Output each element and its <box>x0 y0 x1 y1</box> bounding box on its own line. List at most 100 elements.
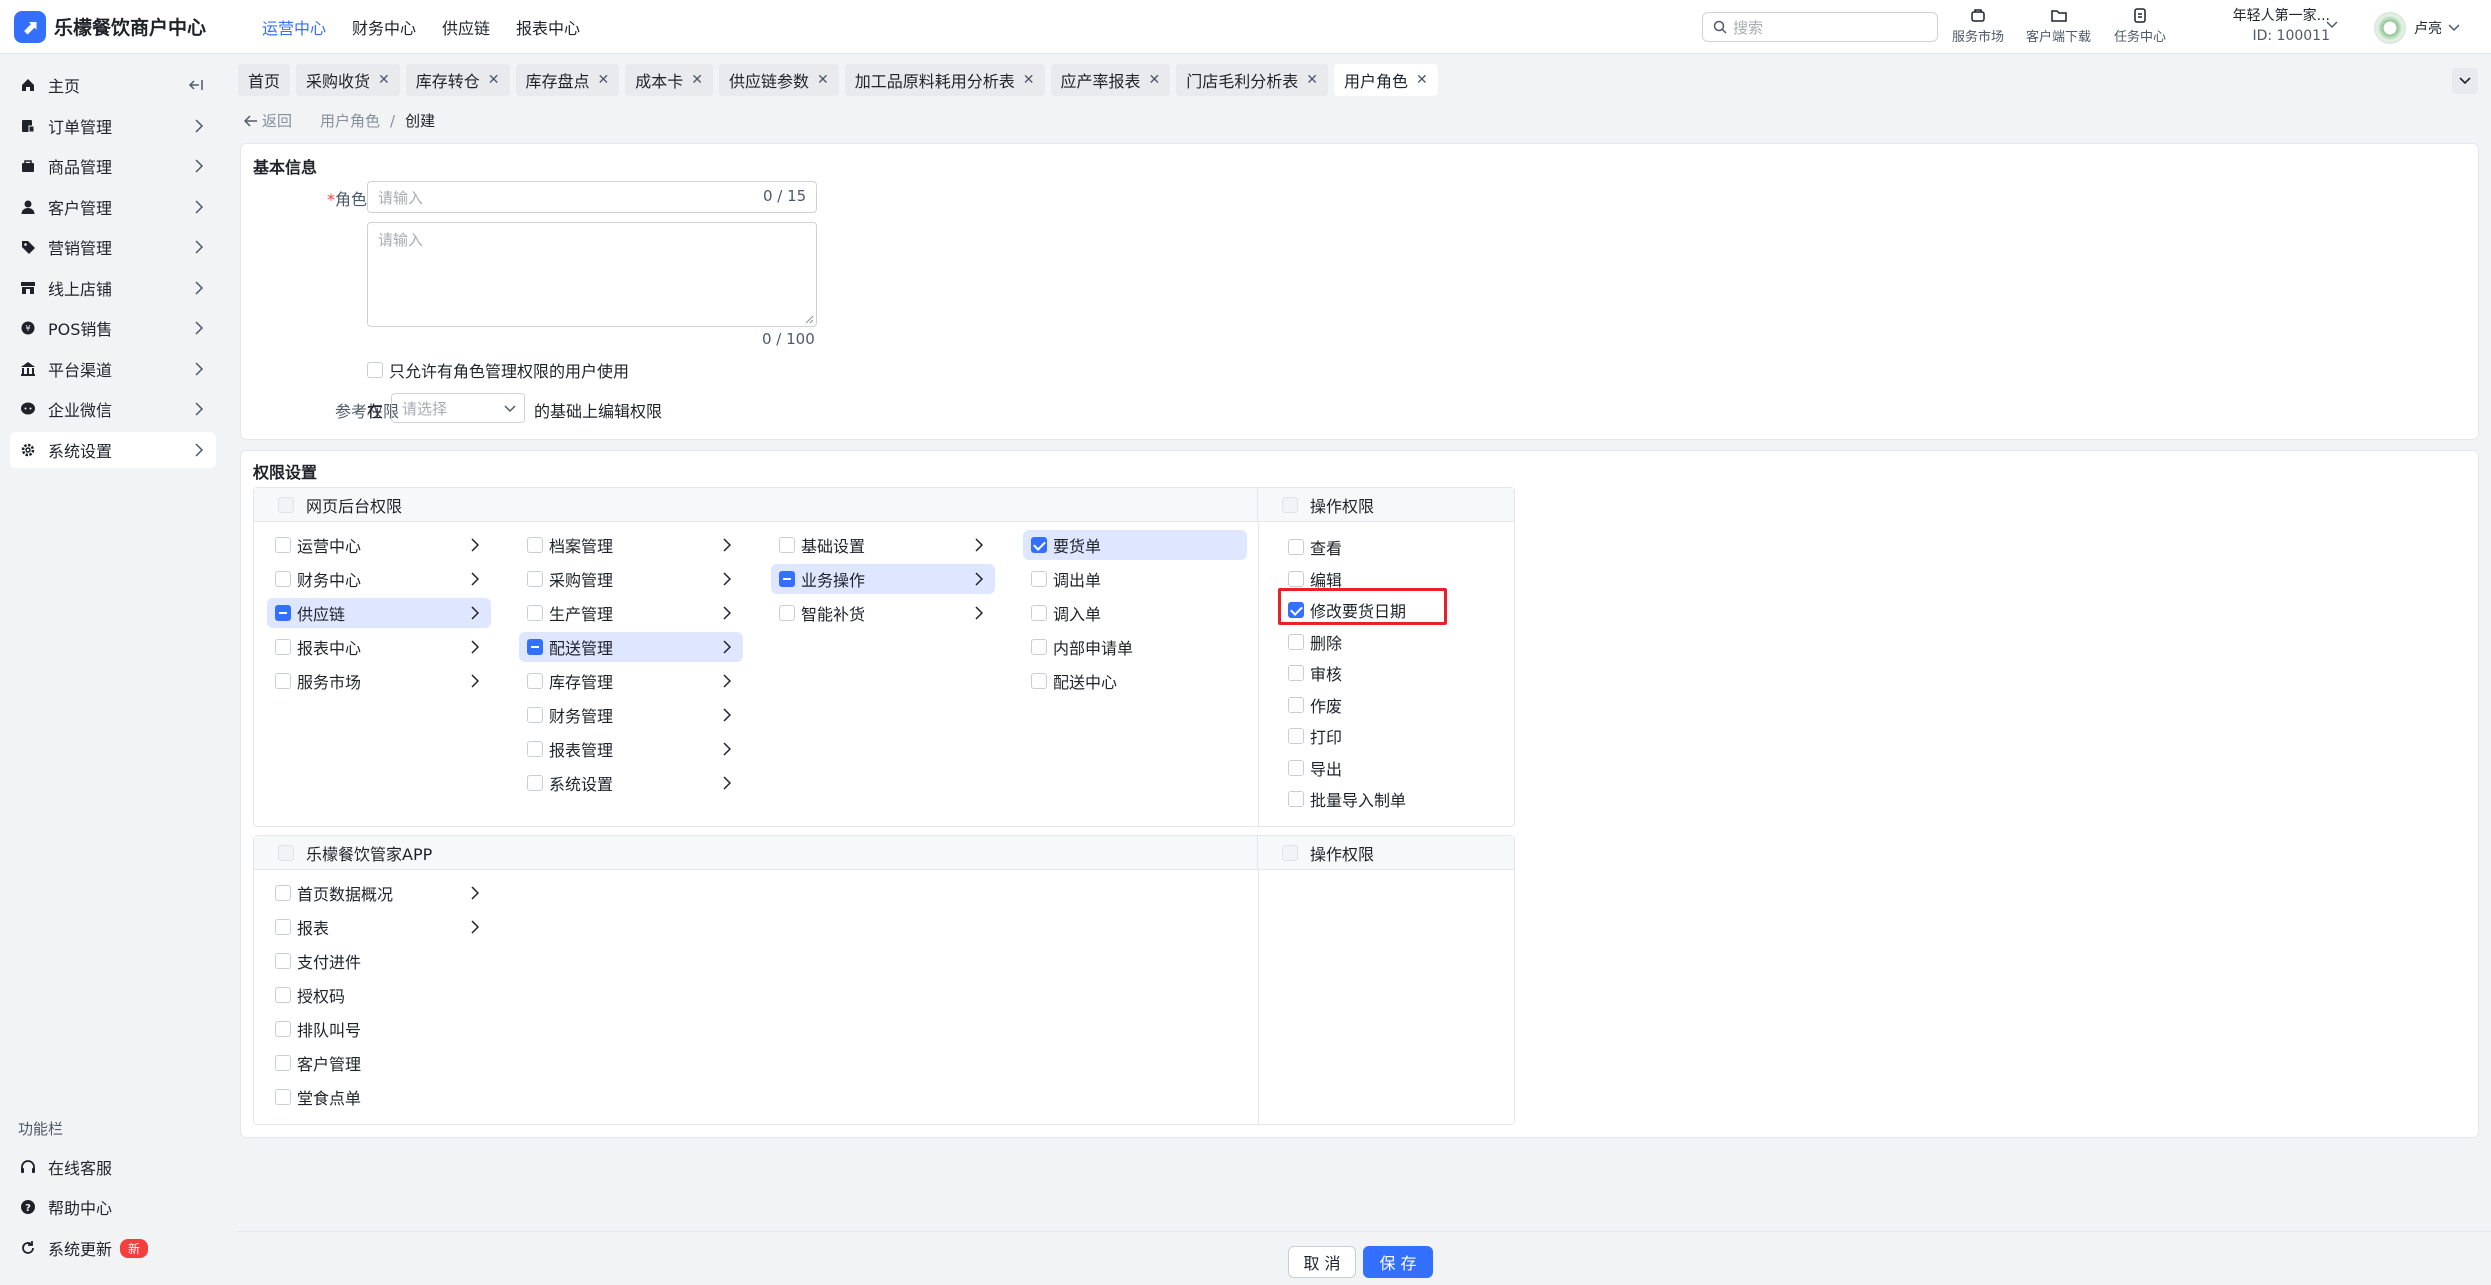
sidebar-item-online-shop[interactable]: 线上店铺 <box>10 270 216 306</box>
role-name-input[interactable]: 请输入 <box>367 181 817 213</box>
checkbox[interactable] <box>1288 728 1304 744</box>
app-node-payment-onboarding[interactable]: 支付进件 <box>267 946 491 976</box>
topnav-operations[interactable]: 运营中心 <box>262 15 326 39</box>
tool-service-market[interactable]: 服务市场 <box>1952 6 2004 45</box>
tree-node-finance-mgmt[interactable]: 财务管理 <box>519 700 743 730</box>
sidebar-item-marketing[interactable]: 营销管理 <box>10 229 216 265</box>
checkbox[interactable] <box>275 987 291 1003</box>
only-admin-checkbox[interactable]: 只允许有角色管理权限的用户使用 <box>367 358 629 382</box>
checkbox[interactable] <box>1031 537 1047 553</box>
checkbox[interactable] <box>1288 665 1304 681</box>
select-all-checkbox[interactable] <box>278 496 294 513</box>
checkbox[interactable] <box>527 537 543 553</box>
checkbox[interactable] <box>1288 634 1304 650</box>
tree-node-internal-request[interactable]: 内部申请单 <box>1023 632 1247 662</box>
tree-node-archives[interactable]: 档案管理 <box>519 530 743 560</box>
tree-node-smart-replenish[interactable]: 智能补货 <box>771 598 995 628</box>
checkbox[interactable] <box>527 775 543 791</box>
topnav-finance[interactable]: 财务中心 <box>352 15 416 39</box>
sidebar-item-orders[interactable]: 订单管理 <box>10 108 216 144</box>
sidebar-item-pos[interactable]: ¥ POS销售 <box>10 310 216 346</box>
checkbox[interactable] <box>275 919 291 935</box>
tabs-more-button[interactable] <box>2452 68 2478 94</box>
user-menu[interactable]: 卢亮 <box>2374 12 2460 44</box>
checkbox[interactable] <box>527 741 543 757</box>
tree-node-report-mgmt[interactable]: 报表管理 <box>519 734 743 764</box>
tool-client-download[interactable]: 客户端下载 <box>2026 6 2091 45</box>
tree-node-purchase[interactable]: 采购管理 <box>519 564 743 594</box>
app-node-queue-call[interactable]: 排队叫号 <box>267 1014 491 1044</box>
tree-node-service-market[interactable]: 服务市场 <box>267 666 491 696</box>
op-view[interactable]: 查看 <box>1288 535 1342 559</box>
search-input[interactable]: 搜索 <box>1702 12 1938 42</box>
store-switcher[interactable]: 年轻人第一家... ID: 100011 <box>2200 6 2330 46</box>
checkbox[interactable] <box>779 571 795 587</box>
app-node-auth-code[interactable]: 授权码 <box>267 980 491 1010</box>
tree-node-reports[interactable]: 报表中心 <box>267 632 491 662</box>
tree-node-operations[interactable]: 运营中心 <box>267 530 491 560</box>
tree-node-inventory[interactable]: 库存管理 <box>519 666 743 696</box>
breadcrumb-parent[interactable]: 用户角色 <box>320 110 380 131</box>
close-icon[interactable]: ✕ <box>1416 72 1428 88</box>
close-icon[interactable]: ✕ <box>1306 72 1318 88</box>
app-node-dine-in-order[interactable]: 堂食点单 <box>267 1082 491 1112</box>
checkbox[interactable] <box>1031 673 1047 689</box>
close-icon[interactable]: ✕ <box>1149 72 1161 88</box>
chevron-down-icon[interactable] <box>2326 20 2338 30</box>
tab-user-role[interactable]: 用户角色 ✕ <box>1334 64 1438 96</box>
checkbox[interactable] <box>527 605 543 621</box>
op-print[interactable]: 打印 <box>1288 724 1342 748</box>
checkbox[interactable] <box>1288 791 1304 807</box>
checkbox[interactable] <box>275 571 291 587</box>
cancel-button[interactable]: 取 消 <box>1288 1246 1356 1278</box>
checkbox[interactable] <box>1288 539 1304 555</box>
tree-node-distribution-center[interactable]: 配送中心 <box>1023 666 1247 696</box>
app-node-reports[interactable]: 报表 <box>267 912 491 942</box>
tree-node-requisition[interactable]: 要货单 <box>1023 530 1247 560</box>
tab-material-analysis[interactable]: 加工品原料耗用分析表 ✕ <box>844 64 1045 96</box>
tree-node-system-settings[interactable]: 系统设置 <box>519 768 743 798</box>
topnav-reports[interactable]: 报表中心 <box>516 15 580 39</box>
checkbox[interactable] <box>527 673 543 689</box>
topnav-supply-chain[interactable]: 供应链 <box>442 15 490 39</box>
app-node-home-data[interactable]: 首页数据概况 <box>267 878 491 908</box>
checkbox[interactable] <box>1031 605 1047 621</box>
sidebar-item-customers[interactable]: 客户管理 <box>10 189 216 225</box>
close-icon[interactable]: ✕ <box>378 72 390 88</box>
close-icon[interactable]: ✕ <box>598 72 610 88</box>
sidebar-item-goods[interactable]: 商品管理 <box>10 148 216 184</box>
checkbox[interactable] <box>527 571 543 587</box>
checkbox[interactable] <box>275 639 291 655</box>
tree-node-transfer-out[interactable]: 调出单 <box>1023 564 1247 594</box>
app-logo[interactable]: ⬈ 乐檬餐饮商户中心 <box>14 10 244 43</box>
select-all-ops-checkbox[interactable] <box>1282 496 1298 513</box>
tab-stock-transfer[interactable]: 库存转仓 ✕ <box>405 64 510 96</box>
sidebar-item-online-service[interactable]: 在线客服 <box>10 1149 216 1185</box>
collapse-sidebar-icon[interactable] <box>188 77 204 93</box>
back-link[interactable]: 返回 <box>244 110 292 131</box>
sidebar-item-system-update[interactable]: 系统更新 新 <box>10 1230 216 1266</box>
app-node-customer-mgmt[interactable]: 客户管理 <box>267 1048 491 1078</box>
sidebar-item-help[interactable]: ? 帮助中心 <box>10 1189 216 1225</box>
checkbox[interactable] <box>275 605 291 621</box>
select-all-checkbox[interactable] <box>278 844 294 861</box>
checkbox[interactable] <box>1288 760 1304 776</box>
save-button[interactable]: 保 存 <box>1363 1246 1433 1278</box>
op-delete[interactable]: 删除 <box>1288 630 1342 654</box>
checkbox[interactable] <box>527 707 543 723</box>
tab-cost-card[interactable]: 成本卡 ✕ <box>625 64 714 96</box>
close-icon[interactable]: ✕ <box>817 72 829 88</box>
op-export[interactable]: 导出 <box>1288 756 1342 780</box>
sidebar-item-home[interactable]: 主页 <box>10 67 216 103</box>
checkbox[interactable] <box>275 537 291 553</box>
checkbox[interactable] <box>275 953 291 969</box>
checkbox[interactable] <box>779 537 795 553</box>
ref-permission-select[interactable]: 请选择 <box>391 393 525 423</box>
close-icon[interactable]: ✕ <box>488 72 500 88</box>
sidebar-item-system-settings[interactable]: 系统设置 <box>10 432 216 468</box>
checkbox[interactable] <box>779 605 795 621</box>
tree-node-basic-settings[interactable]: 基础设置 <box>771 530 995 560</box>
checkbox[interactable] <box>275 1055 291 1071</box>
sidebar-item-channels[interactable]: 平台渠道 <box>10 351 216 387</box>
close-icon[interactable]: ✕ <box>691 72 703 88</box>
